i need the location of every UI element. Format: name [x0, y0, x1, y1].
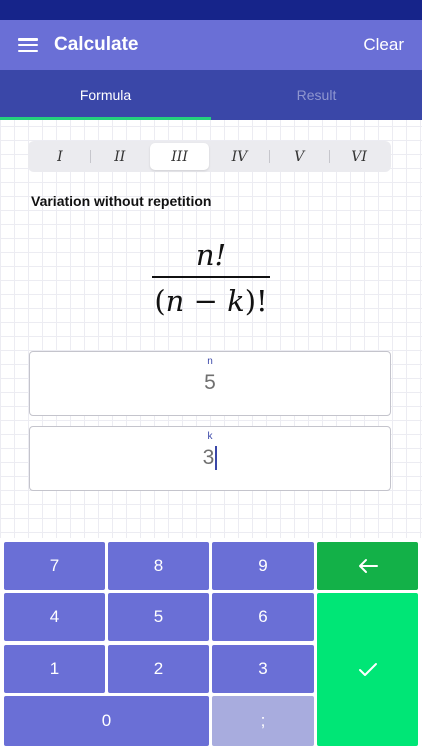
formula-title: Variation without repetition [31, 193, 212, 209]
denominator-open-paren: ( [154, 284, 166, 318]
text-caret [215, 446, 218, 470]
k-field-value: 3 [202, 446, 215, 469]
confirm-button[interactable] [317, 593, 418, 746]
n-field[interactable]: n 5 [29, 351, 391, 416]
clear-button[interactable]: Clear [363, 35, 404, 55]
key-2[interactable]: 2 [108, 645, 209, 693]
key-5[interactable]: 5 [108, 593, 209, 641]
key-1[interactable]: 1 [4, 645, 105, 693]
denominator-n: n [165, 284, 185, 318]
tab-formula[interactable]: Formula [0, 70, 211, 120]
app-title: Calculate [54, 34, 139, 55]
n-field-value: 5 [204, 371, 216, 394]
menu-icon[interactable] [18, 38, 38, 52]
k-field[interactable]: k 3 [29, 426, 391, 491]
arrow-left-icon [358, 559, 378, 573]
key-3[interactable]: 3 [212, 645, 314, 693]
check-icon [358, 662, 377, 676]
segment-III[interactable]: III [149, 143, 210, 170]
segment-VI[interactable]: VI [329, 143, 389, 170]
segment-I[interactable]: I [30, 143, 90, 170]
denominator-close: )! [244, 284, 268, 318]
key-6[interactable]: 6 [212, 593, 314, 641]
key-9[interactable]: 9 [212, 542, 314, 590]
keypad: 7 8 9 4 5 6 1 2 3 0 ; [0, 538, 422, 750]
key-8[interactable]: 8 [108, 542, 209, 590]
segment-V[interactable]: V [269, 143, 329, 170]
app-bar: Calculate Clear [0, 20, 422, 70]
formula-display: n! (n − k)! [0, 238, 422, 320]
key-separator[interactable]: ; [212, 696, 314, 746]
tab-bar: Formula Result [0, 70, 422, 120]
formula-type-selector: I II III IV V VI [28, 141, 391, 172]
formula-denominator: (n − k)! [154, 278, 267, 320]
k-field-label: k [207, 431, 213, 442]
key-4[interactable]: 4 [4, 593, 105, 641]
denominator-k: k [227, 284, 245, 318]
fraction: n! (n − k)! [152, 238, 270, 320]
n-field-label: n [207, 356, 213, 367]
formula-numerator: n! [195, 238, 227, 272]
denominator-minus: − [184, 284, 228, 318]
segment-IV[interactable]: IV [209, 143, 269, 170]
tab-result[interactable]: Result [211, 70, 422, 120]
key-0[interactable]: 0 [4, 696, 209, 746]
status-bar [0, 0, 422, 20]
key-7[interactable]: 7 [4, 542, 105, 590]
segment-II[interactable]: II [89, 143, 150, 170]
backspace-button[interactable] [317, 542, 418, 590]
